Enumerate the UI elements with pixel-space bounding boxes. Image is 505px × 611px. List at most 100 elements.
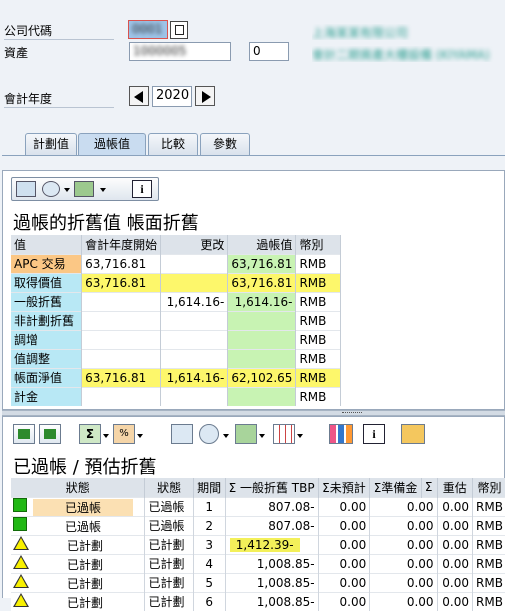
history-dropdown-icon[interactable] [223, 434, 229, 438]
copy-icon[interactable] [170, 21, 188, 39]
cell-unplanned: 0.00 [318, 516, 370, 535]
cell-currency: RMB [473, 554, 505, 573]
cell-ordinary: 1,412.39- [230, 538, 300, 552]
cell-start [82, 330, 161, 349]
cell-currency: RMB [296, 368, 341, 387]
cell-period: 6 [193, 592, 225, 611]
sum-icon[interactable]: Σ [79, 424, 101, 444]
cell-start [82, 387, 161, 406]
export-icon[interactable] [235, 424, 257, 444]
cell-currency: RMB [296, 330, 341, 349]
table-row[interactable]: 計金 RMB [11, 387, 341, 406]
cell-period: 4 [193, 554, 225, 573]
col-currency: 幣別 [473, 478, 505, 497]
table-row[interactable]: 已計劃 已計劃 6 1,008.85- 0.00 0.00 0.00 RMB [11, 592, 505, 611]
table-row[interactable]: 一般折舊 1,614.16- 1,614.16- RMB [11, 292, 341, 311]
table-row[interactable]: 已過帳 已過帳 2 807.08- 0.00 0.00 0.00 RMB [11, 516, 505, 535]
posted-status-icon [13, 498, 27, 512]
align-bottom-icon[interactable] [39, 424, 61, 444]
warning-icon [13, 574, 29, 588]
cell-posted [228, 387, 296, 406]
print-icon[interactable] [171, 424, 193, 444]
table-row[interactable]: 帳面淨值 63,716.81 1,614.16- 62,102.65 RMB [11, 368, 341, 387]
cell-revaluation: 0.00 [437, 573, 472, 592]
align-top-icon[interactable] [13, 424, 35, 444]
export-dropdown-icon[interactable] [100, 188, 106, 192]
row-label: 計金 [11, 387, 82, 406]
cell-change [161, 349, 228, 368]
sum-dropdown-icon[interactable] [103, 434, 109, 438]
cell-start: 63,716.81 [82, 368, 161, 387]
table-row[interactable]: 非計劃折舊 RMB [11, 311, 341, 330]
status-text: 已計劃 [35, 594, 135, 611]
layout-icon[interactable] [273, 424, 295, 444]
company-code-label: 公司代碼 [4, 22, 114, 40]
next-year-button[interactable] [195, 86, 215, 106]
table-row[interactable]: 已計劃 已計劃 3 1,412.39- 0.00 0.00 0.00 RMB [11, 535, 505, 554]
posted-status-icon [13, 517, 27, 531]
subtotal-dropdown-icon[interactable] [137, 434, 143, 438]
lower-toolbar: Σ % i [11, 422, 436, 446]
table-row[interactable]: 已計劃 已計劃 5 1,008.85- 0.00 0.00 0.00 RMB [11, 573, 505, 592]
fiscal-year-field[interactable]: 2020 [152, 86, 192, 107]
cell-currency: RMB [473, 592, 505, 611]
cell-ordinary: 1,008.85- [225, 592, 318, 611]
cell-unplanned: 0.00 [318, 497, 370, 516]
table-row[interactable]: 已過帳 已過帳 1 807.08- 0.00 0.00 0.00 RMB [11, 497, 505, 516]
table-row[interactable]: 取得價值 63,716.81 63,716.81 RMB [11, 273, 341, 292]
status-text: 已計劃 [35, 556, 135, 573]
export-dropdown-icon[interactable] [259, 434, 265, 438]
row-label: 取得價值 [11, 273, 82, 292]
asset-field[interactable]: 1000005 [129, 42, 231, 61]
tab-planned[interactable]: 計劃值 [25, 133, 77, 155]
layout-dropdown-icon[interactable] [297, 434, 303, 438]
export-icon[interactable] [74, 181, 94, 197]
cell-reserve: 0.00 [370, 592, 437, 611]
cell-change [161, 273, 228, 292]
col-sigma: Σ [421, 478, 437, 497]
asset-sub-field[interactable]: 0 [249, 42, 289, 61]
table-row[interactable]: 已計劃 已計劃 4 1,008.85- 0.00 0.00 0.00 RMB [11, 554, 505, 573]
cell-change: 1,614.16- [161, 368, 228, 387]
cell-posted [228, 349, 296, 368]
dropdown-icon[interactable] [64, 188, 70, 192]
col-status-icon: 狀態 [11, 478, 145, 497]
tab-posted[interactable]: 過帳值 [78, 133, 146, 156]
print-icon[interactable] [16, 181, 36, 197]
cell-posted: 63,716.81 [228, 254, 296, 273]
col-change: 更改 [161, 235, 228, 254]
table-row[interactable]: APC 交易 63,716.81 63,716.81 RMB [11, 254, 341, 273]
asset-description: 會計二期資產大樓設備 (KIYAMA) [312, 46, 502, 62]
chart-icon[interactable] [329, 424, 353, 444]
table-row[interactable]: 調增 RMB [11, 330, 341, 349]
cell-status: 已過帳 [145, 497, 193, 516]
info-icon[interactable]: i [363, 424, 385, 444]
prev-year-button[interactable] [129, 86, 149, 106]
cell-currency: RMB [296, 292, 341, 311]
info-icon[interactable]: i [132, 180, 152, 198]
cell-currency: RMB [296, 311, 341, 330]
row-label: 帳面淨值 [11, 368, 82, 387]
cell-revaluation: 0.00 [437, 497, 472, 516]
upper-toolbar: i [11, 177, 159, 201]
cell-change [161, 254, 228, 273]
history-icon[interactable] [199, 424, 219, 444]
depreciation-title: 已過帳 / 預估折舊 [13, 453, 157, 479]
table-row[interactable]: 值調整 RMB [11, 349, 341, 368]
tab-strip-line [2, 155, 505, 156]
row-label: APC 交易 [11, 254, 82, 273]
history-icon[interactable] [42, 181, 60, 197]
status-text: 已計劃 [35, 537, 135, 554]
cell-start: 63,716.81 [82, 273, 161, 292]
cell-status: 已計劃 [145, 535, 193, 554]
coffee-icon[interactable] [401, 424, 425, 444]
subtotal-icon[interactable]: % [113, 424, 135, 444]
company-name: 上海某某有限公司 [312, 24, 492, 40]
cell-period: 2 [193, 516, 225, 535]
tab-parameters[interactable]: 參數 [200, 133, 250, 155]
cell-reserve: 0.00 [370, 516, 437, 535]
company-code-field[interactable]: 0001 [128, 20, 168, 39]
tab-comparison[interactable]: 比較 [148, 133, 198, 155]
status-text: 已過帳 [33, 518, 133, 535]
col-revaluation: 重估 [437, 478, 472, 497]
